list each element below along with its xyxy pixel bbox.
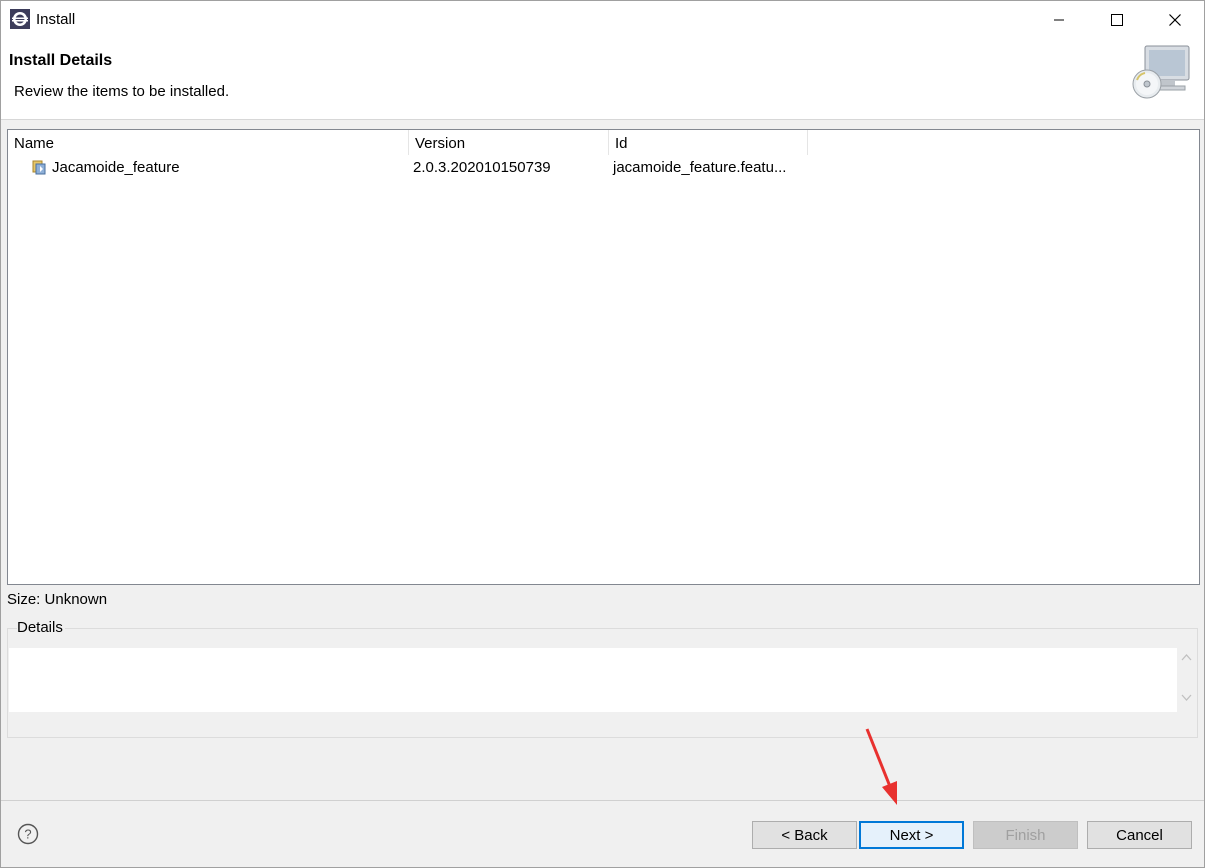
header-banner: Install Details Review the items to be i… — [1, 39, 1204, 120]
annotation-arrow-icon — [865, 728, 897, 805]
next-button[interactable]: Next > — [859, 821, 964, 849]
table-header: Name Version Id — [8, 130, 808, 155]
feature-icon — [32, 160, 46, 175]
close-button[interactable] — [1146, 1, 1204, 39]
install-dialog: Install Install Details Review the items… — [0, 0, 1205, 868]
details-text-area[interactable] — [9, 648, 1177, 712]
row-version: 2.0.3.202010150739 — [413, 159, 551, 176]
cancel-button[interactable]: Cancel — [1087, 821, 1192, 849]
details-scrollbar[interactable] — [1177, 648, 1196, 712]
finish-button[interactable]: Finish — [973, 821, 1078, 849]
install-items-table[interactable]: Name Version Id Jacamoide_feature 2.0.3.… — [7, 129, 1200, 585]
column-header-name[interactable]: Name — [8, 130, 409, 155]
table-row[interactable]: Jacamoide_feature 2.0.3.202010150739 jac… — [8, 155, 1197, 179]
title-bar: Install — [1, 1, 1204, 39]
scroll-up-icon[interactable] — [1181, 653, 1192, 661]
close-icon — [1169, 14, 1181, 26]
maximize-button[interactable] — [1088, 1, 1146, 39]
maximize-icon — [1111, 14, 1123, 26]
page-title: Install Details — [9, 52, 113, 69]
footer-separator — [1, 800, 1204, 801]
minimize-button[interactable] — [1030, 1, 1088, 39]
help-icon[interactable]: ? — [17, 823, 39, 845]
eclipse-app-icon — [10, 9, 30, 29]
scroll-down-icon[interactable] — [1181, 694, 1192, 702]
column-header-version[interactable]: Version — [409, 130, 609, 155]
row-id: jacamoide_feature.featu... — [613, 159, 787, 176]
minimize-icon — [1054, 19, 1064, 21]
back-button[interactable]: < Back — [752, 821, 857, 849]
row-name: Jacamoide_feature — [52, 159, 180, 176]
window-title: Install — [36, 11, 76, 28]
install-cd-computer-icon — [1132, 45, 1190, 99]
column-header-id[interactable]: Id — [609, 130, 808, 155]
size-label: Size: Unknown — [7, 591, 108, 608]
details-legend: Details — [17, 619, 65, 636]
page-description: Review the items to be installed. — [14, 83, 230, 100]
svg-text:?: ? — [24, 827, 31, 842]
